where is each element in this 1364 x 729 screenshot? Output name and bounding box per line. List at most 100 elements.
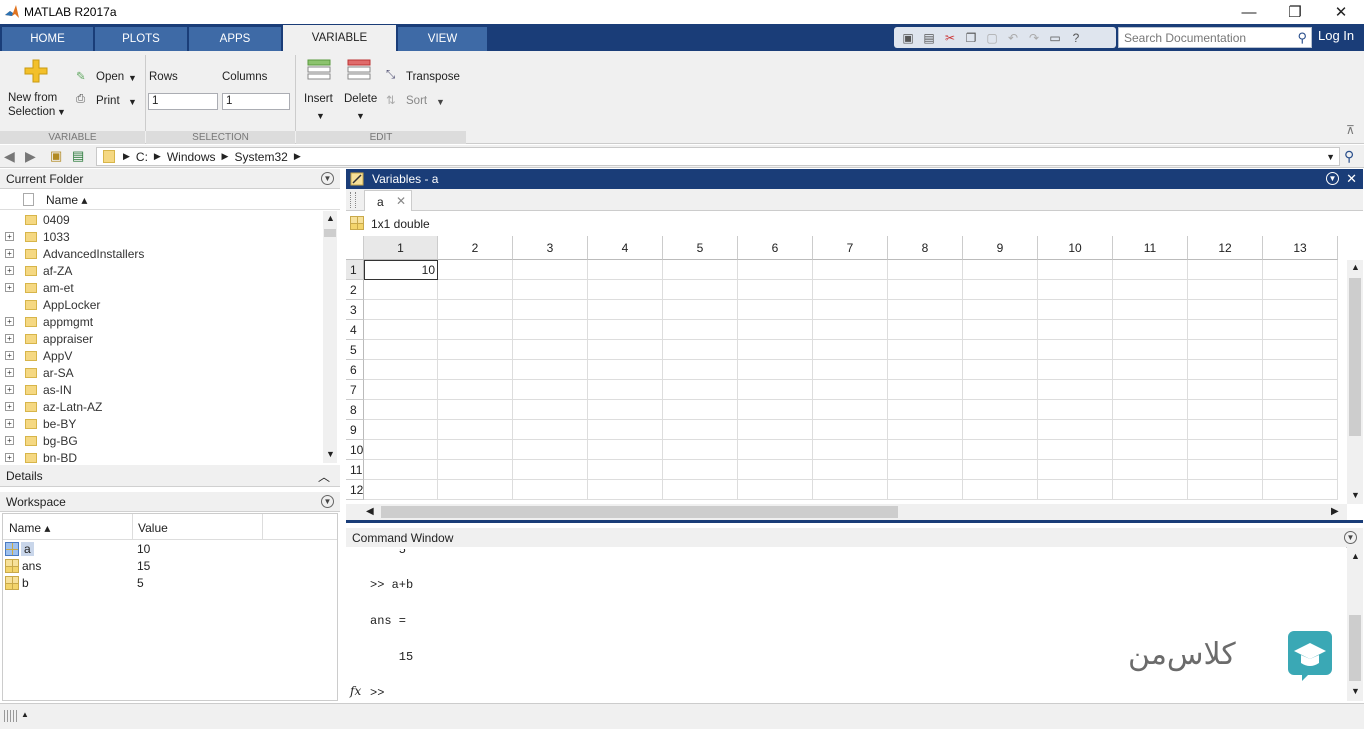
grid-cell[interactable] (663, 480, 738, 500)
grid-cell[interactable] (738, 380, 813, 400)
grid-cell[interactable] (888, 280, 963, 300)
grid-cell[interactable] (1263, 480, 1338, 500)
grid-cell[interactable] (1113, 360, 1188, 380)
grid-cell[interactable] (888, 300, 963, 320)
grid-cell[interactable] (1263, 300, 1338, 320)
tab-variable[interactable]: VARIABLE (283, 25, 396, 51)
grid-cell[interactable] (364, 400, 438, 420)
workspace-row[interactable]: a 10 (3, 541, 338, 558)
tab-apps[interactable]: APPS (189, 27, 281, 51)
grid-cell[interactable] (438, 460, 513, 480)
back-arrow-icon[interactable]: ◀ (4, 148, 15, 165)
grid-cell[interactable] (663, 420, 738, 440)
workspace-row[interactable]: ans 15 (3, 558, 338, 575)
grid-cell[interactable] (663, 280, 738, 300)
row-header[interactable]: 3 (346, 300, 364, 320)
row-header[interactable]: 12 (346, 480, 364, 500)
grid-cell[interactable] (438, 280, 513, 300)
grid-cell[interactable] (813, 440, 888, 460)
column-header[interactable]: 3 (513, 236, 588, 260)
column-header[interactable]: 2 (438, 236, 513, 260)
grid-cell[interactable] (588, 280, 663, 300)
maximize-button[interactable]: ❐ (1272, 0, 1318, 24)
folder-item[interactable]: +1033 (2, 228, 322, 245)
scroll-down-icon[interactable]: ▼ (1351, 490, 1360, 500)
path-field[interactable]: ▶ C: ▶ Windows ▶ System32 ▶ ▼ (96, 147, 1340, 166)
delete-button[interactable]: Delete ▼ (342, 57, 380, 123)
grid-cell[interactable] (1188, 300, 1263, 320)
grid-cell[interactable] (738, 400, 813, 420)
grid-cell[interactable] (888, 380, 963, 400)
column-header[interactable]: 8 (888, 236, 963, 260)
grid-cell[interactable] (963, 400, 1038, 420)
column-header[interactable]: 4 (588, 236, 663, 260)
grid-cell[interactable] (738, 440, 813, 460)
close-panel-icon[interactable]: ✕ (1346, 171, 1357, 187)
grid-cell[interactable] (1263, 320, 1338, 340)
redo-icon[interactable]: ↷ (1026, 30, 1042, 46)
grid-cell[interactable] (963, 420, 1038, 440)
function-browser-icon[interactable]: fx (350, 684, 361, 698)
grid-cell[interactable] (438, 260, 513, 280)
grid-cell[interactable] (364, 300, 438, 320)
grid-cell[interactable] (663, 300, 738, 320)
path-part-windows[interactable]: Windows (167, 150, 216, 164)
grid-cell[interactable] (1038, 460, 1113, 480)
grid-cell[interactable] (813, 460, 888, 480)
grid-cell[interactable] (1263, 380, 1338, 400)
folder-item[interactable]: + ar-SA (2, 364, 322, 381)
grid-cell[interactable] (588, 420, 663, 440)
grid-cell[interactable] (588, 480, 663, 500)
grid-cell[interactable] (1188, 260, 1263, 280)
grid-cell[interactable] (963, 380, 1038, 400)
expand-icon[interactable]: + (5, 453, 14, 462)
grid-cell[interactable] (1113, 440, 1188, 460)
grid-cell[interactable] (663, 360, 738, 380)
panel-actions-icon[interactable]: ▼ (1344, 531, 1357, 544)
grid-cell[interactable] (364, 280, 438, 300)
grid-cell[interactable] (963, 480, 1038, 500)
folder-item[interactable]: + bn-BD (2, 449, 322, 463)
grid-cell[interactable] (1188, 280, 1263, 300)
close-tab-icon[interactable]: ✕ (396, 194, 406, 208)
scroll-up-icon[interactable]: ▲ (1351, 551, 1360, 561)
grid-cell[interactable] (438, 400, 513, 420)
column-header[interactable]: 9 (963, 236, 1038, 260)
row-header[interactable]: 11 (346, 460, 364, 480)
grid-cell[interactable] (1038, 480, 1113, 500)
grid-cell[interactable] (663, 320, 738, 340)
grid-cell[interactable] (1038, 360, 1113, 380)
expand-icon[interactable]: + (5, 266, 14, 275)
expand-icon[interactable]: + (5, 402, 14, 411)
grid-cell[interactable] (1188, 400, 1263, 420)
rows-input[interactable]: 1 (148, 93, 218, 110)
grid-cell[interactable] (963, 460, 1038, 480)
up-folder-icon[interactable]: ▣ (50, 148, 62, 164)
copy-icon[interactable]: ❐ (963, 30, 979, 46)
row-header[interactable]: 10 (346, 440, 364, 460)
grid-cell[interactable] (1263, 420, 1338, 440)
row-header[interactable]: 5 (346, 340, 364, 360)
grid-cell[interactable] (588, 260, 663, 280)
grid-cell[interactable] (1263, 360, 1338, 380)
search-folder-icon[interactable]: ⚲ (1344, 148, 1354, 165)
grid-cell[interactable] (813, 420, 888, 440)
grid-cell[interactable] (813, 320, 888, 340)
variable-tab-a[interactable]: a ✕ (364, 190, 412, 211)
grid-cell[interactable] (438, 420, 513, 440)
grid-cell[interactable] (588, 380, 663, 400)
grid-cell[interactable] (588, 440, 663, 460)
status-dropdown-icon[interactable]: ▲ (21, 710, 29, 719)
expand-icon[interactable]: + (5, 419, 14, 428)
column-header[interactable]: 1 (364, 236, 438, 260)
details-header[interactable]: Details ︿ (0, 465, 340, 487)
grid-cell[interactable] (738, 320, 813, 340)
grid-cell[interactable] (513, 380, 588, 400)
folder-item[interactable]: 0409 (2, 211, 322, 228)
grid-cell[interactable] (588, 400, 663, 420)
grid-cell[interactable] (1188, 440, 1263, 460)
workspace-name-column[interactable]: Name ▴ (9, 521, 50, 535)
grid-cell[interactable] (438, 300, 513, 320)
grid-cell[interactable] (1038, 260, 1113, 280)
grid-cell[interactable] (963, 440, 1038, 460)
